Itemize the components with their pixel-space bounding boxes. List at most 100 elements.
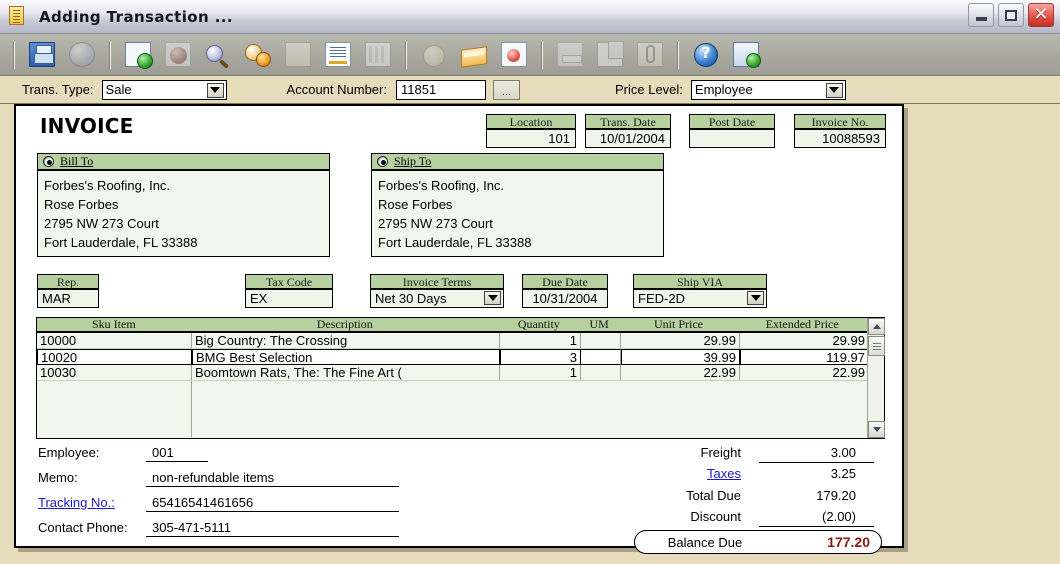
cell-description[interactable]: Boomtown Rats, The: The Fine Art ( bbox=[192, 365, 500, 381]
employee-input[interactable]: 001 bbox=[146, 445, 208, 462]
trans-type-select[interactable]: Sale bbox=[101, 79, 227, 100]
print-button[interactable] bbox=[552, 38, 588, 72]
ship-via-select[interactable]: FED-2D bbox=[633, 290, 767, 308]
grid-vertical-scrollbar[interactable] bbox=[867, 318, 885, 438]
ship-to-panel[interactable]: Ship To Forbes's Roofing, Inc. Rose Forb… bbox=[371, 153, 664, 257]
column-header-um[interactable]: UM bbox=[580, 318, 620, 331]
window-title: Adding Transaction ... bbox=[39, 7, 234, 26]
bill-to-header[interactable]: Bill To bbox=[38, 154, 329, 171]
empty-cell-rest[interactable] bbox=[192, 381, 869, 437]
help-button[interactable] bbox=[688, 38, 724, 72]
cell-um[interactable] bbox=[581, 365, 621, 381]
due-date-field[interactable]: Due Date 10/31/2004 bbox=[522, 274, 608, 308]
table-row[interactable]: 10000 Big Country: The Crossing 1 29.99 … bbox=[37, 333, 884, 349]
invoice-terms-select[interactable]: Net 30 Days bbox=[370, 290, 504, 308]
empty-cell-sku[interactable] bbox=[37, 381, 192, 437]
memo-label: Memo: bbox=[38, 470, 78, 485]
cell-quantity[interactable]: 1 bbox=[500, 365, 581, 381]
totals-divider-2 bbox=[759, 526, 874, 527]
price-level-select[interactable]: Employee bbox=[690, 79, 846, 100]
maximize-button[interactable] bbox=[998, 3, 1024, 27]
invoice-no-field[interactable]: Invoice No. 10088593 bbox=[794, 114, 886, 148]
ship-via-field[interactable]: Ship VIA FED-2D bbox=[633, 274, 767, 308]
cell-sku[interactable]: 10020 bbox=[37, 349, 192, 365]
cell-sku[interactable]: 10000 bbox=[37, 333, 192, 349]
toolbar-separator bbox=[677, 40, 679, 69]
ship-to-header[interactable]: Ship To bbox=[372, 154, 663, 171]
cell-extended-price[interactable]: 22.99 bbox=[740, 365, 869, 381]
column-header-description[interactable]: Description bbox=[192, 318, 499, 331]
chevron-down-icon[interactable] bbox=[825, 82, 843, 98]
memo-row: Memo: non-refundable items bbox=[38, 470, 399, 487]
empty-rows-area[interactable] bbox=[37, 381, 884, 437]
notes-button[interactable] bbox=[320, 38, 356, 72]
post-date-field[interactable]: Post Date bbox=[689, 114, 775, 148]
toolbar bbox=[0, 34, 1060, 76]
tax-code-field[interactable]: Tax Code EX bbox=[245, 274, 333, 308]
ledger-button[interactable] bbox=[456, 38, 492, 72]
cell-description[interactable]: BMG Best Selection bbox=[192, 349, 500, 365]
cell-um[interactable] bbox=[581, 333, 621, 349]
bill-to-radio[interactable] bbox=[43, 156, 54, 167]
delete-record-button[interactable] bbox=[160, 38, 196, 72]
chevron-down-icon[interactable] bbox=[747, 291, 764, 305]
column-header-sku[interactable]: Sku Item bbox=[37, 318, 192, 331]
payment-button[interactable] bbox=[416, 38, 452, 72]
post-date-label: Post Date bbox=[689, 114, 775, 130]
contact-phone-row: Contact Phone: 305-471-5111 bbox=[38, 520, 399, 537]
cell-unit-price[interactable]: 22.99 bbox=[621, 365, 740, 381]
taxes-link[interactable]: Taxes bbox=[611, 466, 741, 481]
cell-extended-price[interactable]: 29.99 bbox=[740, 333, 869, 349]
cell-unit-price[interactable]: 29.99 bbox=[621, 333, 740, 349]
refresh-button[interactable] bbox=[64, 38, 100, 72]
cell-extended-price[interactable]: 119.97 bbox=[740, 349, 869, 365]
minimize-button[interactable] bbox=[968, 3, 994, 27]
account-number-input[interactable]: 11851 bbox=[395, 79, 486, 100]
exit-button[interactable] bbox=[728, 38, 764, 72]
copy-button[interactable] bbox=[592, 38, 628, 72]
taxes-value: 3.25 bbox=[830, 466, 856, 481]
table-row[interactable]: 10020 BMG Best Selection 3 39.99 119.97 bbox=[37, 349, 884, 365]
invoice-terms-field[interactable]: Invoice Terms Net 30 Days bbox=[370, 274, 504, 308]
scrollbar-thumb[interactable] bbox=[868, 336, 885, 356]
open-folder-button[interactable] bbox=[280, 38, 316, 72]
bill-to-panel[interactable]: Bill To Forbes's Roofing, Inc. Rose Forb… bbox=[37, 153, 330, 257]
contact-phone-input[interactable]: 305-471-5111 bbox=[146, 520, 399, 537]
attach-button[interactable] bbox=[632, 38, 668, 72]
table-row[interactable]: 10030 Boomtown Rats, The: The Fine Art (… bbox=[37, 365, 884, 381]
account-lookup-button[interactable]: ... bbox=[492, 79, 520, 100]
column-header-unit-price[interactable]: Unit Price bbox=[620, 318, 739, 331]
scroll-down-button[interactable] bbox=[868, 421, 885, 438]
cell-um[interactable] bbox=[581, 349, 621, 365]
trans-date-field[interactable]: Trans. Date 10/01/2004 bbox=[585, 114, 671, 148]
column-header-extended-price[interactable]: Extended Price bbox=[738, 318, 868, 331]
new-record-button[interactable] bbox=[120, 38, 156, 72]
tracking-no-link[interactable]: Tracking No.: bbox=[38, 495, 146, 510]
cell-sku[interactable]: 10030 bbox=[37, 365, 192, 381]
red-delete-icon bbox=[165, 42, 191, 67]
line-items-grid[interactable]: Sku Item Description Quantity UM Unit Pr… bbox=[36, 317, 885, 439]
rep-field[interactable]: Rep. MAR bbox=[37, 274, 99, 308]
cell-description[interactable]: Big Country: The Crossing bbox=[192, 333, 500, 349]
verify-button[interactable] bbox=[240, 38, 276, 72]
credit-card-button[interactable] bbox=[496, 38, 532, 72]
memo-input[interactable]: non-refundable items bbox=[146, 470, 399, 487]
chevron-down-icon[interactable] bbox=[206, 82, 224, 98]
close-button[interactable]: ✕ bbox=[1028, 3, 1054, 27]
location-field[interactable]: Location 101 bbox=[486, 114, 576, 148]
cell-quantity[interactable]: 1 bbox=[500, 333, 581, 349]
column-header-quantity[interactable]: Quantity bbox=[499, 318, 580, 331]
chevron-down-icon[interactable] bbox=[484, 291, 501, 305]
freight-label: Freight bbox=[700, 445, 741, 460]
save-button[interactable] bbox=[24, 38, 60, 72]
report-button[interactable] bbox=[360, 38, 396, 72]
page-title: INVOICE bbox=[40, 114, 134, 138]
invoice-terms-label: Invoice Terms bbox=[370, 274, 504, 290]
tracking-no-input[interactable]: 65416541461656 bbox=[146, 495, 399, 512]
scroll-up-button[interactable] bbox=[868, 318, 885, 335]
account-number-label: Account Number: bbox=[286, 82, 387, 97]
cell-quantity[interactable]: 3 bbox=[500, 349, 581, 365]
find-button[interactable] bbox=[200, 38, 236, 72]
ship-to-radio[interactable] bbox=[377, 156, 388, 167]
cell-unit-price[interactable]: 39.99 bbox=[621, 349, 740, 365]
